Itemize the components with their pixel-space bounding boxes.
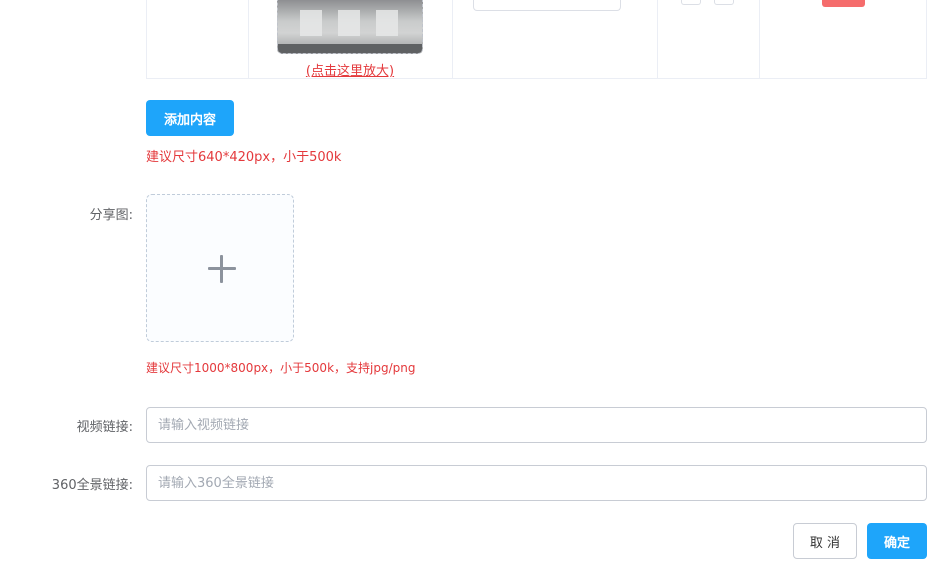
- table-row-checkbox[interactable]: [681, 0, 701, 5]
- video-link-label: 视频链接:: [76, 420, 133, 435]
- thumbnail-detail: [338, 10, 360, 36]
- cancel-button[interactable]: 取 消: [793, 523, 857, 559]
- add-content-button[interactable]: 添加内容: [146, 100, 234, 136]
- share-image-label: 分享图:: [89, 208, 133, 223]
- confirm-button[interactable]: 确定: [867, 523, 927, 559]
- panorama-link-label: 360全景链接:: [51, 478, 133, 493]
- thumbnail-detail: [278, 44, 422, 53]
- content-table: [146, 0, 927, 79]
- delete-row-button[interactable]: [822, 0, 865, 7]
- thumbnail-detail: [376, 10, 398, 36]
- content-size-tip: 建议尺寸640*420px，小于500k: [146, 150, 342, 165]
- table-column-divider: [248, 0, 249, 79]
- video-link-input[interactable]: [146, 407, 927, 443]
- thumbnail-detail: [300, 10, 322, 36]
- table-column-divider: [759, 0, 760, 79]
- share-image-tip: 建议尺寸1000*800px，小于500k，支持jpg/png: [146, 361, 416, 375]
- table-row-checkbox[interactable]: [714, 0, 734, 5]
- table-column-divider: [657, 0, 658, 79]
- table-cell-input[interactable]: [473, 0, 621, 11]
- table-column-divider: [452, 0, 453, 79]
- panorama-link-input[interactable]: [146, 465, 927, 501]
- share-image-uploader[interactable]: [146, 194, 294, 342]
- content-image-thumbnail[interactable]: [277, 0, 423, 54]
- zoom-image-link[interactable]: (点击这里放大): [290, 60, 410, 79]
